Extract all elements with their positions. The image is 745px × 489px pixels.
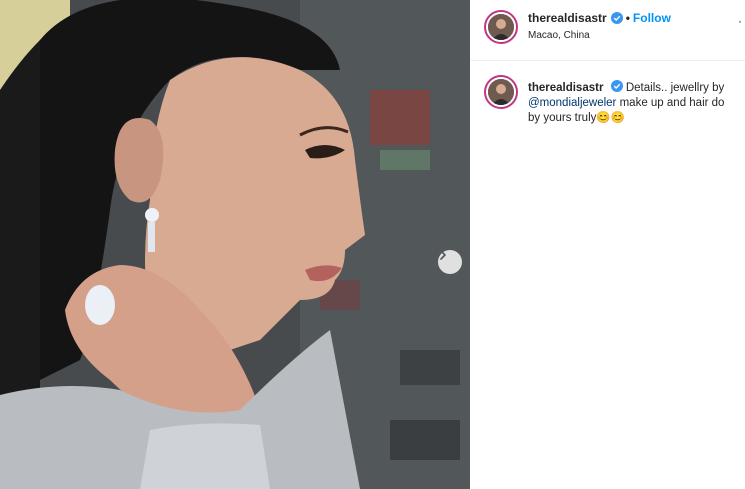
- post-location[interactable]: Macao, China: [528, 30, 590, 41]
- caption-username[interactable]: therealdisastr: [528, 82, 603, 94]
- caption-avatar[interactable]: [484, 75, 518, 109]
- post-side-panel: therealdisastr • Follow Macao, China · t…: [470, 0, 745, 489]
- caption-text-before: Details.. jewellry by: [625, 82, 725, 94]
- post-caption: therealdisastr Details.. jewellry by @mo…: [528, 80, 738, 126]
- more-options-button[interactable]: ·: [738, 14, 743, 28]
- chevron-right-icon: [440, 250, 446, 260]
- avatar-image: [488, 79, 514, 105]
- post-photo[interactable]: [0, 0, 470, 489]
- portrait-image: [0, 0, 470, 489]
- verified-badge-icon: [610, 12, 623, 24]
- separator-dot: •: [625, 11, 630, 25]
- caption-emoji: 😊😊: [596, 112, 626, 124]
- verified-badge-icon: [610, 80, 623, 92]
- author-username[interactable]: therealdisastr: [528, 11, 607, 25]
- next-photo-button[interactable]: [438, 250, 462, 274]
- post-header: therealdisastr • Follow: [528, 11, 671, 25]
- header-divider: [470, 60, 745, 61]
- caption-mention-link[interactable]: @mondialjeweler: [528, 97, 616, 109]
- follow-button[interactable]: Follow: [633, 11, 671, 25]
- avatar-image: [488, 14, 514, 40]
- author-avatar[interactable]: [484, 10, 518, 44]
